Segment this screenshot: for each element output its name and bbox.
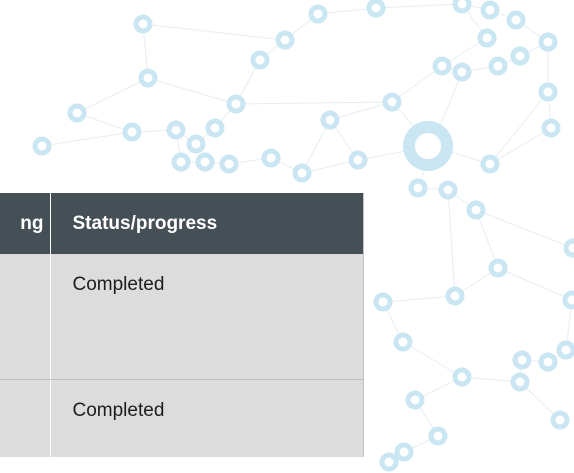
network-node [506,10,526,30]
network-node [393,332,413,352]
network-node [538,82,558,102]
table-row: Completed [0,379,364,457]
network-node [171,152,191,172]
network-edge [41,131,133,147]
network-node [366,0,386,18]
network-node [133,14,153,34]
status-cell: Completed [50,379,364,457]
column-header-status: Status/progress [50,193,364,254]
status-cell: Completed [50,254,364,380]
network-edge [147,77,237,105]
network-node [292,163,312,183]
network-node [510,46,530,66]
table-right-border [363,193,364,457]
network-node [382,92,402,112]
network-node [186,134,206,154]
network-node [466,200,486,220]
network-node [452,0,472,14]
network-node [538,352,558,372]
network-node [373,292,393,312]
network-node [32,136,52,156]
network-node [138,68,158,88]
network-node [480,154,500,174]
network-edge [497,267,573,301]
network-node [562,290,574,310]
network-edge [475,209,574,249]
network-node [538,32,558,52]
network-node [512,350,532,370]
network-node [195,152,215,172]
network-node [563,238,574,258]
table-cell-truncated [0,254,51,380]
network-edge [489,127,552,165]
network-node [556,340,574,360]
column-header-truncated: ng [0,193,51,254]
network-node [226,94,246,114]
network-node [452,62,472,82]
network-node [488,258,508,278]
network-node [261,148,281,168]
network-node [477,28,497,48]
network-edge [375,3,463,9]
network-edge [142,23,286,41]
network-node [541,118,561,138]
results-table-container: ng Status/progress Completed Completed [0,193,364,457]
network-node [275,30,295,50]
network-edge [76,77,149,114]
network-node [438,180,458,200]
network-node [320,110,340,130]
network-node [250,50,270,70]
network-node [510,372,530,392]
results-table: ng Status/progress Completed Completed [0,193,364,457]
network-node [205,118,225,138]
network-node [445,286,465,306]
network-hub-node [403,121,453,171]
network-node [480,0,500,20]
network-edge [489,91,549,165]
network-node [67,103,87,123]
table-cell-truncated [0,379,51,457]
table-header-row: ng Status/progress [0,193,364,254]
network-node [452,367,472,387]
network-node [428,426,448,446]
network-node [348,150,368,170]
network-node [166,120,186,140]
network-node [432,56,452,76]
network-edge [235,101,393,105]
table-row: Completed [0,254,364,380]
network-edge [382,295,456,303]
network-node [394,442,414,462]
network-edge [402,341,463,378]
network-node [379,452,399,472]
network-node [408,178,428,198]
network-edge [329,101,393,121]
network-node [488,56,508,76]
network-node [122,122,142,142]
network-node [550,410,570,430]
network-node [308,4,328,24]
network-node [405,390,425,410]
network-edge [447,189,456,297]
network-node [219,154,239,174]
